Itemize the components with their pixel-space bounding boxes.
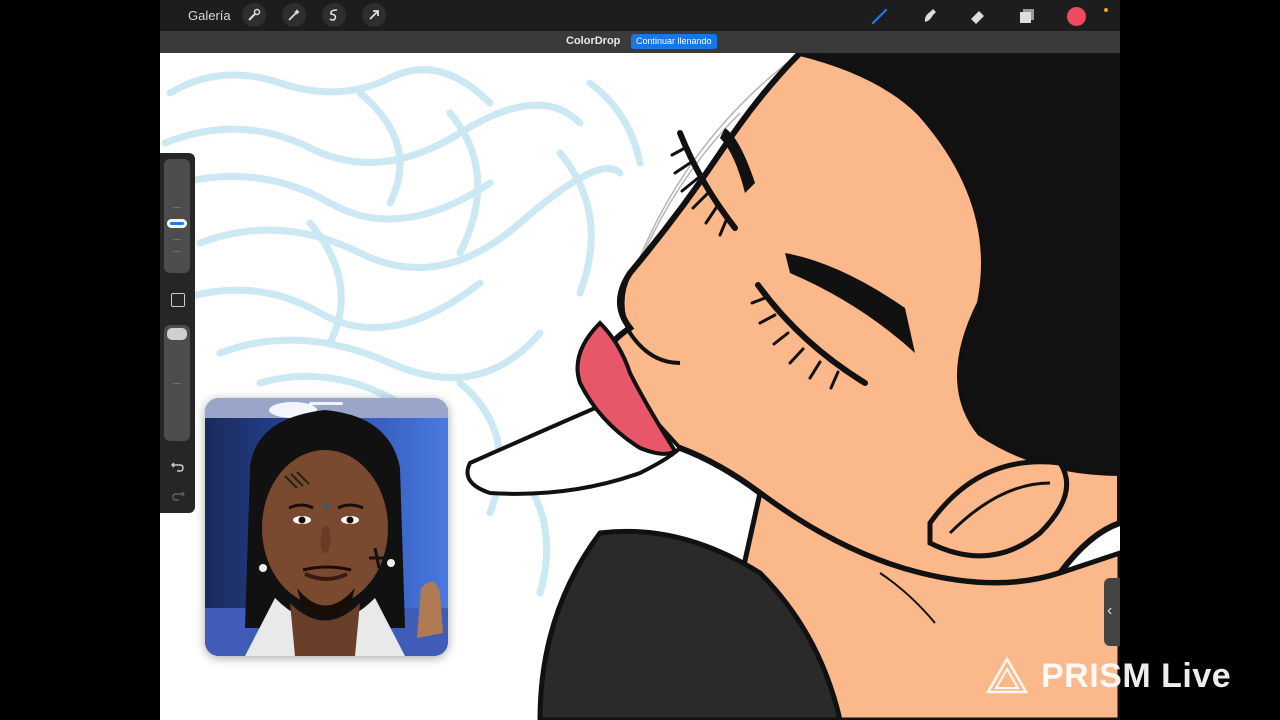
color-swatch[interactable] — [1064, 4, 1088, 28]
prism-live-text: PRISM Live — [1041, 656, 1232, 695]
colordrop-banner: ColorDrop Continuar llenando — [160, 31, 1120, 53]
procreate-screen: Galería ColorDrop Continuar llenando ‹ — [160, 0, 1120, 720]
webcam-pip[interactable] — [205, 398, 448, 656]
opacity-slider[interactable] — [164, 325, 190, 441]
colordrop-title: ColorDrop — [566, 35, 621, 47]
webcam-video — [205, 398, 448, 656]
layers-icon[interactable] — [1015, 4, 1039, 28]
gallery-button[interactable]: Galería — [188, 8, 231, 23]
brush-size-thumb[interactable] — [167, 219, 187, 228]
chevron-left-icon: ‹ — [1107, 602, 1113, 619]
prism-live-watermark: PRISM Live — [985, 652, 1231, 700]
undo-icon[interactable] — [170, 458, 186, 474]
continue-filling-button[interactable]: Continuar llenando — [631, 34, 717, 49]
prism-triangle-icon — [985, 656, 1029, 694]
modify-square-icon[interactable] — [171, 293, 185, 307]
transform-arrow-icon[interactable] — [362, 3, 386, 27]
recording-dot-icon — [1104, 8, 1108, 12]
eraser-icon[interactable] — [966, 4, 990, 28]
magic-wand-icon[interactable] — [282, 3, 306, 27]
brush-size-slider[interactable] — [164, 159, 190, 273]
smudge-icon[interactable] — [918, 4, 942, 28]
sidebar — [160, 153, 195, 513]
pip-grabber[interactable] — [309, 402, 343, 405]
brush-icon[interactable] — [868, 4, 892, 28]
wrench-icon[interactable] — [242, 3, 266, 27]
side-panel-handle[interactable]: ‹ — [1104, 578, 1120, 646]
selection-icon[interactable] — [322, 3, 346, 27]
redo-icon[interactable] — [170, 487, 186, 503]
opacity-thumb[interactable] — [167, 328, 187, 340]
top-toolbar: Galería — [160, 0, 1120, 31]
